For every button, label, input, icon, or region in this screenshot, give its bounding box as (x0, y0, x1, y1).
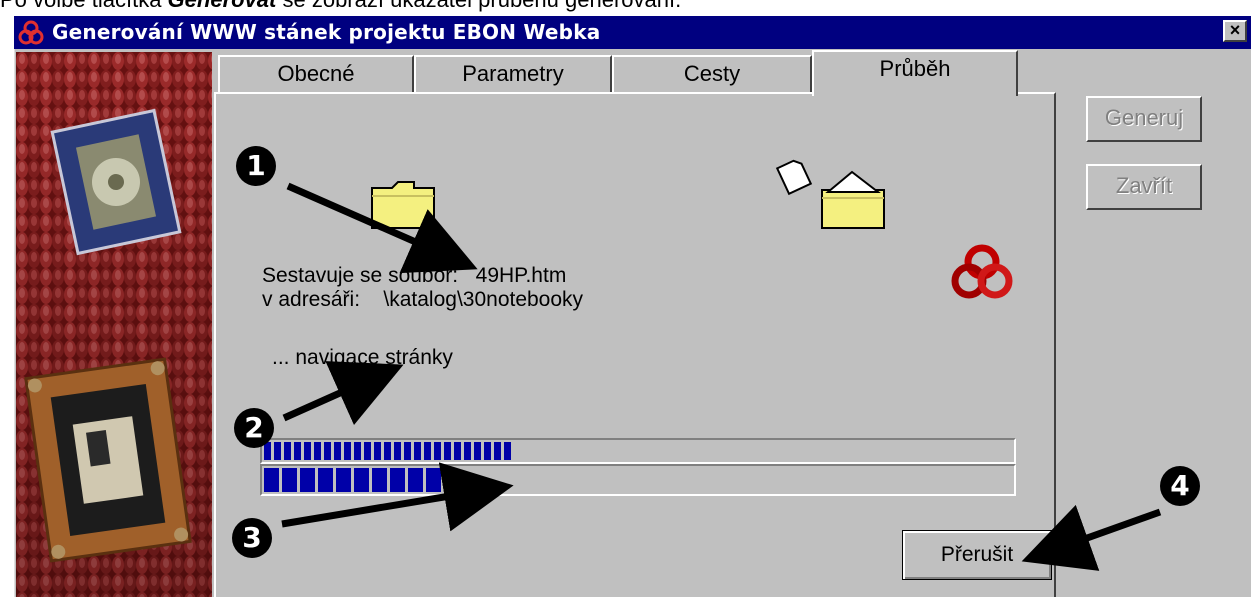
progress-segment (374, 442, 381, 460)
ebon-logo-icon (951, 244, 1013, 299)
progress-segment (304, 442, 311, 460)
progress-segment (426, 468, 441, 492)
progress-segment (454, 442, 461, 460)
side-decoration-art (16, 52, 212, 597)
abort-button[interactable]: Přerušit (902, 530, 1052, 580)
close-button-label: Zavřít (1115, 173, 1173, 198)
progress-segment (404, 442, 411, 460)
tab-parametry[interactable]: Parametry (414, 55, 612, 93)
close-window-button[interactable]: × (1223, 20, 1247, 42)
file-label: Sestavuje se soubor: (262, 264, 459, 287)
progress-segment (294, 442, 301, 460)
abort-button-label: Přerušit (940, 543, 1014, 566)
callout-badge-4: 4 (1160, 466, 1200, 506)
caption-prefix: Po volbě tlačítka (0, 0, 168, 12)
tab-label: Průběh (879, 56, 951, 81)
progress-segment (390, 468, 405, 492)
title-bar[interactable]: Generování WWW stánek projektu EBON Webk… (14, 16, 1251, 49)
progress-segment (274, 442, 281, 460)
progress-segment (504, 442, 511, 460)
floppy-art (24, 357, 192, 563)
dir-status-line: v adresáři: \katalog\30notebooky (262, 288, 583, 312)
close-button[interactable]: Zavřít (1086, 164, 1202, 210)
open-folder-icon (821, 170, 885, 229)
callout-badge-3: 3 (232, 518, 272, 558)
ebon-knot-icon (18, 20, 44, 45)
close-icon: × (1229, 20, 1241, 40)
tab-cesty[interactable]: Cesty (612, 55, 812, 93)
folder-icon (371, 181, 435, 229)
caption-bold: Generovat (168, 0, 277, 12)
window-title: Generování WWW stánek projektu EBON Webk… (52, 20, 601, 44)
tab-panel-prubeh (214, 92, 1056, 597)
progress-segment (336, 468, 351, 492)
progress-segment (444, 442, 451, 460)
progress-segment (408, 468, 423, 492)
progress-segment (494, 442, 501, 460)
tab-obecne[interactable]: Obecné (218, 55, 414, 93)
progress-segment (384, 442, 391, 460)
dir-label: v adresáři: (262, 288, 361, 311)
caption-suffix: se zobrazí ukazatel průběhu generování. (276, 0, 681, 12)
progress-segment (264, 468, 279, 492)
current-progress-fill (264, 468, 1012, 492)
progress-segment (324, 442, 331, 460)
progress-segment (474, 442, 481, 460)
file-value: 49HP.htm (475, 264, 567, 287)
progress-segment (334, 442, 341, 460)
progress-segment (314, 442, 321, 460)
current-progress-bar (260, 464, 1016, 496)
overall-progress-fill (264, 442, 1012, 460)
callout-badge-2: 2 (234, 408, 274, 448)
progress-segment (464, 442, 471, 460)
progress-segment (364, 442, 371, 460)
progress-segment (424, 442, 431, 460)
generate-button[interactable]: Generuj (1086, 96, 1202, 142)
progress-segment (354, 442, 361, 460)
document-icon (775, 159, 813, 196)
progress-segment (484, 442, 491, 460)
step-status: ... navigace stránky (272, 346, 453, 369)
progress-segment (264, 442, 271, 460)
progress-segment (434, 442, 441, 460)
tab-label: Cesty (683, 61, 741, 86)
progress-segment (282, 468, 297, 492)
page-caption: Po volbě tlačítka Generovat se zobrazí u… (0, 0, 681, 12)
progress-segment (372, 468, 387, 492)
progress-segment (300, 468, 315, 492)
progress-segment (318, 468, 333, 492)
tab-label: Parametry (462, 61, 564, 86)
progress-segment (284, 442, 291, 460)
progress-segment (414, 442, 421, 460)
progress-segment (394, 442, 401, 460)
tab-label: Obecné (277, 61, 355, 86)
file-status-line: Sestavuje se soubor: 49HP.htm (262, 264, 566, 288)
tab-prubeh[interactable]: Průběh (812, 50, 1018, 96)
overall-progress-bar (260, 438, 1016, 464)
dir-value: \katalog\30notebooky (383, 288, 584, 311)
callout-badge-1: 1 (236, 146, 276, 186)
progress-segment (354, 468, 369, 492)
progress-segment (344, 442, 351, 460)
generate-button-label: Generuj (1104, 105, 1184, 130)
